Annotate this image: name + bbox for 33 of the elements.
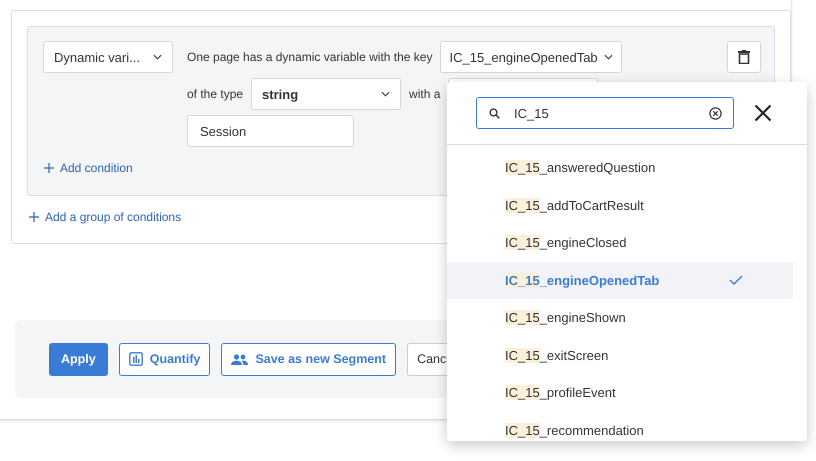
plus-icon xyxy=(29,212,39,222)
people-icon xyxy=(231,354,248,364)
chevron-down-icon xyxy=(381,91,390,97)
search-icon xyxy=(489,108,500,118)
dropdown-option[interactable]: IC_15_recommendation xyxy=(447,412,793,441)
dropdown-option[interactable]: IC_15_engineClosed xyxy=(447,224,793,262)
dropdown-option[interactable]: IC_15_engineOpenedTab xyxy=(447,262,793,299)
dropdown-option[interactable]: IC_15_answeredQuestion xyxy=(447,149,793,186)
add-condition-link[interactable]: Add condition xyxy=(44,161,133,175)
plus-icon xyxy=(44,163,54,173)
chevron-down-icon xyxy=(153,54,162,60)
apply-button[interactable]: Apply xyxy=(49,342,108,376)
trash-icon xyxy=(738,50,750,64)
key-select[interactable]: IC_15_engineOpenedTab xyxy=(440,41,622,73)
type-select[interactable]: string xyxy=(251,78,402,110)
chevron-down-icon xyxy=(604,54,613,60)
scope-field[interactable]: Session xyxy=(187,115,354,147)
dropdown-option[interactable]: IC_15_engineShown xyxy=(447,299,793,336)
check-icon xyxy=(729,275,743,286)
close-icon[interactable] xyxy=(754,104,772,122)
add-group-link[interactable]: Add a group of conditions xyxy=(29,210,182,224)
dropdown-option[interactable]: IC_15_profileEvent xyxy=(447,374,793,412)
category-select[interactable]: Dynamic vari... xyxy=(43,41,173,73)
key-label: One page has a dynamic variable with the key xyxy=(187,50,432,64)
chart-icon xyxy=(128,352,143,366)
dropdown-option[interactable]: IC_15_addToCartResult xyxy=(447,186,793,224)
delete-button[interactable] xyxy=(727,41,761,73)
quantify-button[interactable]: Quantify xyxy=(118,342,210,376)
clear-icon[interactable] xyxy=(709,106,722,120)
save-segment-button[interactable]: Save as new Segment xyxy=(221,342,396,376)
type-label: of the type xyxy=(187,87,244,101)
value-label: with a xyxy=(409,87,440,101)
search-field[interactable]: IC_15 xyxy=(476,97,734,129)
